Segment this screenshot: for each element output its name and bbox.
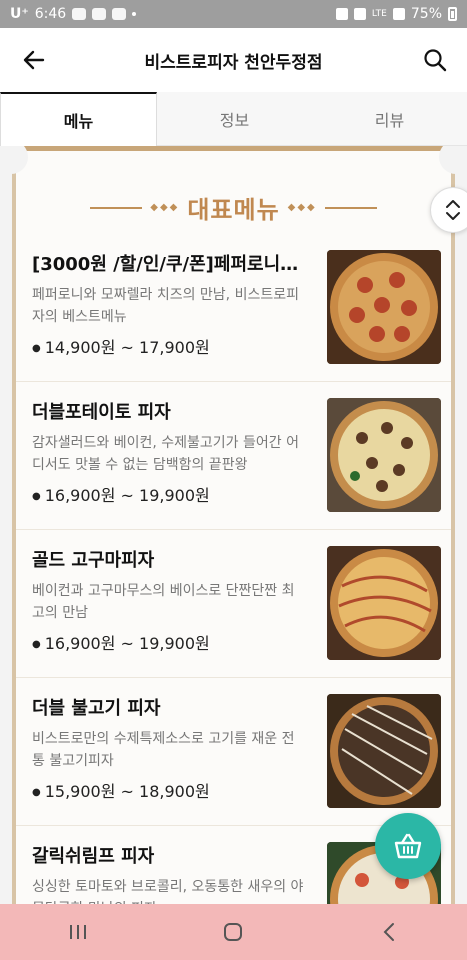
network-label: LTE bbox=[371, 9, 387, 19]
menu-item[interactable]: [3000원 /할/인/쿠/폰]페퍼로니피자 페퍼로니와 모짜렐라 치즈의 만남… bbox=[16, 234, 451, 382]
double-bulgogi-pizza-image bbox=[327, 694, 441, 808]
menu-item[interactable]: 더블포테이토 피자 감자샐러드와 베이컨, 수제불고기가 들어간 어디서도 맛볼… bbox=[16, 382, 451, 530]
bullet-icon: ● bbox=[32, 343, 41, 354]
recent-apps-icon bbox=[69, 925, 86, 939]
chat-icon bbox=[112, 8, 127, 20]
expand-collapse-icon bbox=[446, 200, 460, 220]
search-icon bbox=[424, 49, 447, 72]
menu-item-description: 감자샐러드와 베이컨, 수제불고기가 들어간 어디서도 맛볼 수 없는 담백함의… bbox=[32, 435, 299, 473]
gold-sweet-potato-pizza-image bbox=[327, 546, 441, 660]
cart-button[interactable] bbox=[375, 813, 441, 879]
bullet-icon: ● bbox=[32, 639, 41, 650]
menu-item[interactable]: 더블 불고기 피자 비스트로만의 수제특제소스로 고기를 재운 전통 불고기피자… bbox=[16, 678, 451, 826]
menu-content: ◆◆◆ 대표메뉴 ◆◆◆ [3000원 /할/인/쿠/폰]페퍼로니피자 페퍼로니… bbox=[0, 146, 467, 904]
menu-item-name: 골드 고구마피자 bbox=[32, 550, 155, 571]
ornament-line bbox=[90, 206, 143, 209]
tab-menu[interactable]: 메뉴 bbox=[0, 92, 157, 146]
menu-item-price-row: ● 16,900원 ~ 19,900원 bbox=[32, 482, 304, 506]
tab-reviews[interactable]: 리뷰 bbox=[312, 92, 467, 145]
ornament-line bbox=[324, 206, 377, 209]
system-nav-bar bbox=[0, 904, 467, 960]
panel-corner-decoration bbox=[439, 146, 467, 174]
ornament-diamonds: ◆◆◆ bbox=[287, 202, 317, 213]
menu-item[interactable]: 골드 고구마피자 베이컨과 고구마무스의 베이스로 단짠단짠 최고의 만남 ● 1… bbox=[16, 530, 451, 678]
battery-label: 75% bbox=[410, 6, 442, 22]
signal-icon bbox=[392, 8, 405, 20]
home-icon bbox=[224, 923, 243, 941]
signature-menu-panel: ◆◆◆ 대표메뉴 ◆◆◆ [3000원 /할/인/쿠/폰]페퍼로니피자 페퍼로니… bbox=[0, 146, 467, 904]
home-button[interactable] bbox=[203, 912, 263, 952]
menu-item-price: 14,900원 ~ 17,900원 bbox=[44, 338, 210, 357]
dot-icon bbox=[132, 12, 137, 16]
search-button[interactable] bbox=[419, 44, 451, 76]
menu-item-price-row: ● 16,900원 ~ 19,900원 bbox=[32, 630, 304, 654]
tab-bar: 메뉴 정보 리뷰 bbox=[0, 92, 467, 146]
chevron-left-icon bbox=[383, 923, 395, 941]
carrier-label: U⁺ bbox=[10, 6, 29, 22]
menu-list: [3000원 /할/인/쿠/폰]페퍼로니피자 페퍼로니와 모짜렐라 치즈의 만남… bbox=[16, 234, 451, 904]
menu-item-description: 페퍼로니와 모짜렐라 치즈의 만남, 비스트로피자의 베스트메뉴 bbox=[32, 287, 299, 325]
bullet-icon: ● bbox=[32, 491, 41, 502]
double-potato-pizza-image bbox=[327, 398, 441, 512]
menu-item-price: 16,900원 ~ 19,900원 bbox=[44, 486, 210, 505]
status-bar: U⁺ 6:46 LTE 75% bbox=[0, 0, 467, 28]
section-title: 대표메뉴 bbox=[187, 196, 280, 224]
mute-icon bbox=[353, 8, 366, 20]
message-icon bbox=[72, 8, 87, 20]
time-label: 6:46 bbox=[34, 6, 67, 22]
menu-item-price: 15,900원 ~ 18,900원 bbox=[44, 782, 210, 801]
menu-item-description: 싱싱한 토마토와 브로콜리, 오동통한 새우의 야무달콤한 만남의 피자 bbox=[32, 879, 304, 904]
tab-info[interactable]: 정보 bbox=[157, 92, 312, 145]
weather-icon bbox=[92, 8, 107, 20]
menu-item-description: 비스트로만의 수제특제소스로 고기를 재운 전통 불고기피자 bbox=[32, 731, 295, 769]
ornament-diamonds: ◆◆◆ bbox=[150, 202, 180, 213]
alarm-icon bbox=[335, 8, 348, 20]
menu-item-name: 더블 불고기 피자 bbox=[32, 698, 161, 719]
menu-item-description: 베이컨과 고구마무스의 베이스로 단짠단짠 최고의 만남 bbox=[32, 583, 295, 621]
pepperoni-pizza-image bbox=[327, 250, 441, 364]
panel-corner-decoration bbox=[0, 146, 28, 174]
recent-apps-button[interactable] bbox=[48, 912, 108, 952]
menu-item-price-row: ● 15,900원 ~ 18,900원 bbox=[32, 778, 304, 802]
basket-icon bbox=[394, 833, 422, 859]
menu-item-price-row: ● 14,900원 ~ 17,900원 bbox=[32, 334, 304, 358]
page-title: 비스트로피자 천안두정점 bbox=[144, 52, 323, 73]
menu-item-name: 갈릭쉬림프 피자 bbox=[32, 846, 155, 867]
menu-item-name: 더블포테이토 피자 bbox=[32, 402, 171, 423]
app-header: 비스트로피자 천안두정점 bbox=[0, 28, 467, 92]
back-button[interactable] bbox=[18, 44, 50, 76]
menu-item-price: 16,900원 ~ 19,900원 bbox=[44, 634, 210, 653]
bullet-icon: ● bbox=[32, 787, 41, 798]
section-heading: ◆◆◆ 대표메뉴 ◆◆◆ bbox=[16, 190, 451, 225]
back-arrow-icon bbox=[23, 50, 45, 70]
menu-item-name: [3000원 /할/인/쿠/폰]페퍼로니피자 bbox=[32, 254, 304, 275]
nav-back-button[interactable] bbox=[359, 912, 419, 952]
battery-icon bbox=[448, 7, 457, 21]
